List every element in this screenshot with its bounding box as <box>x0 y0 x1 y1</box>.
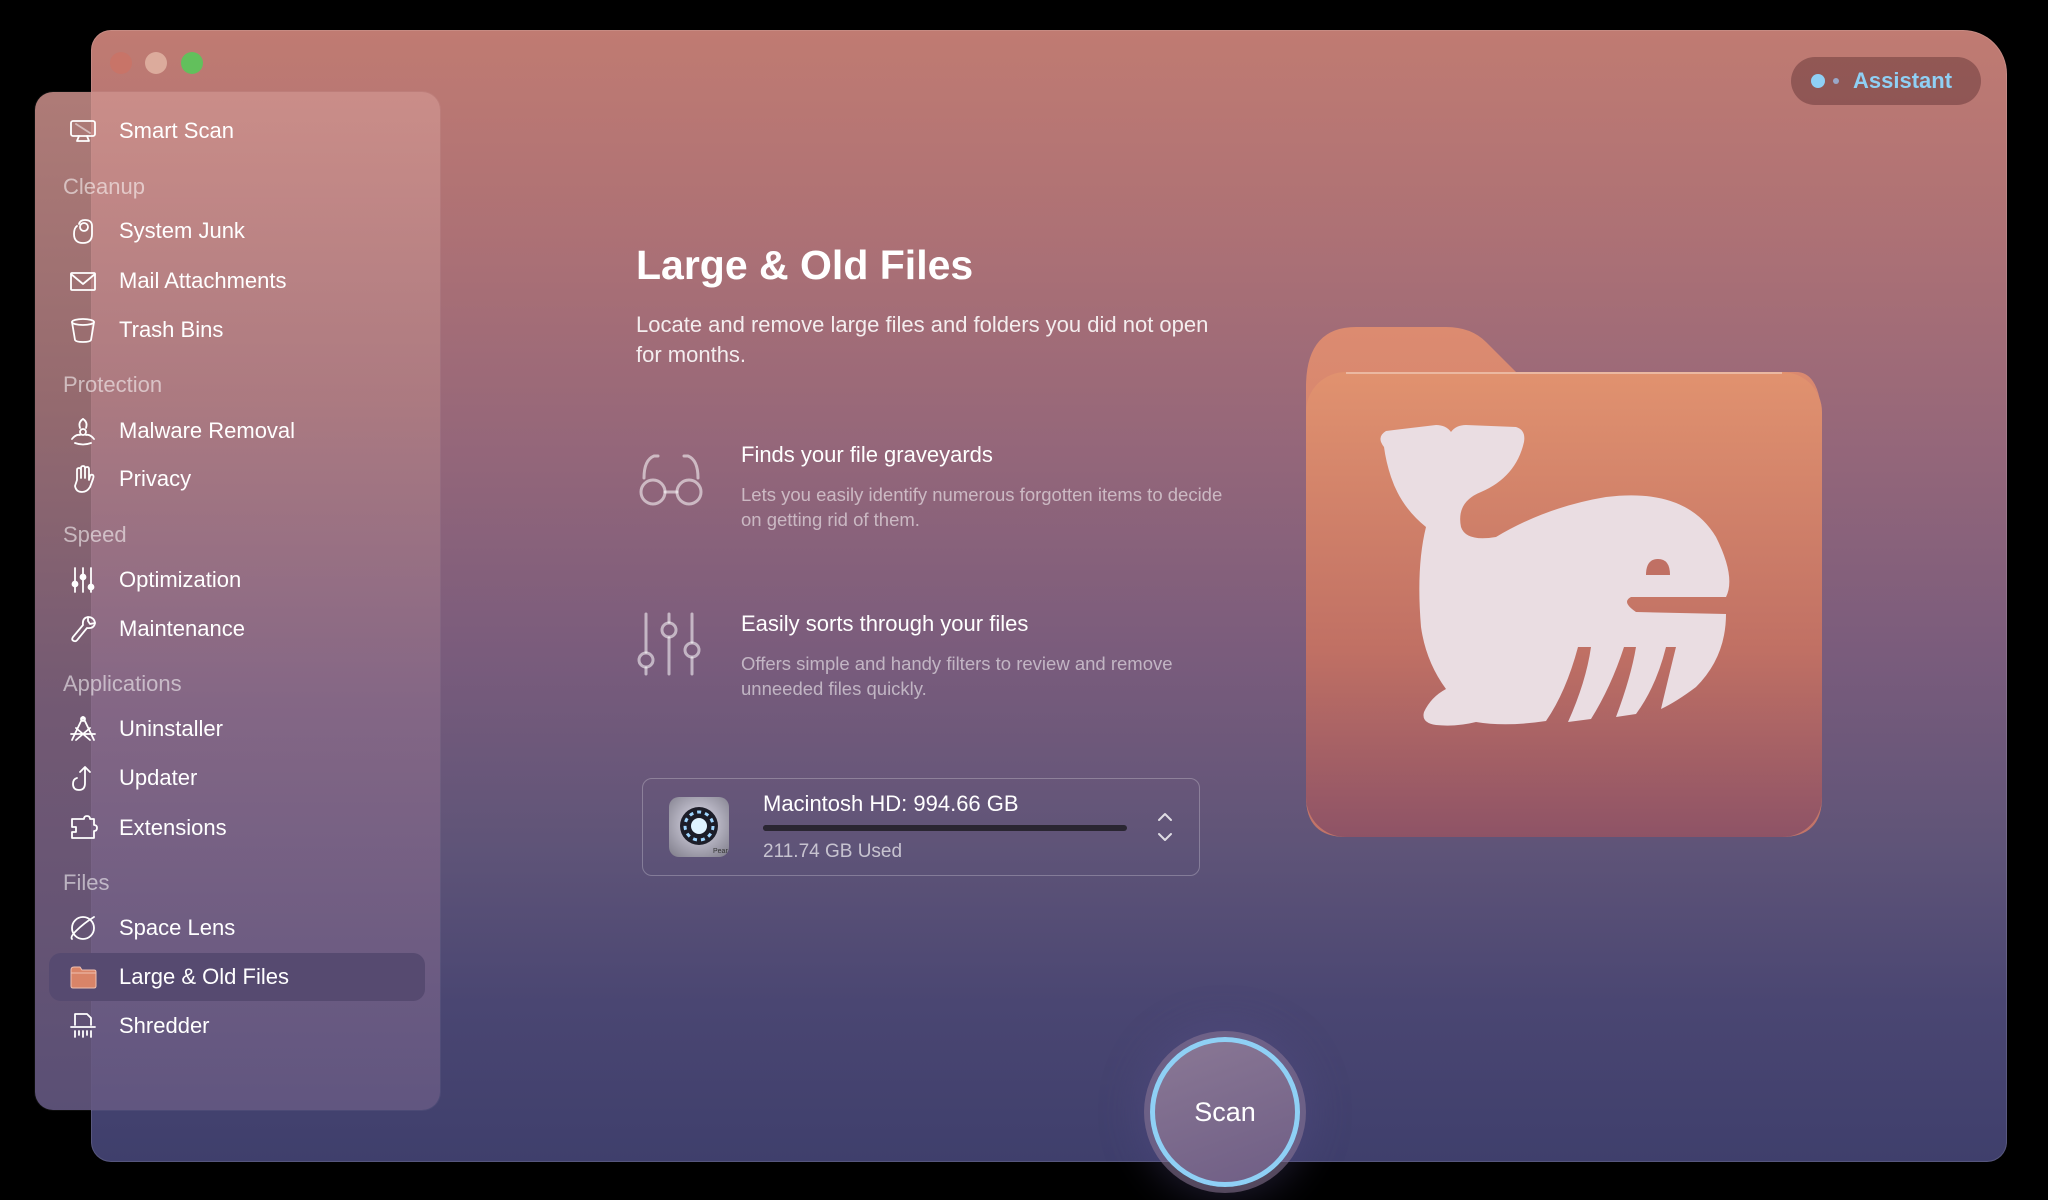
scan-button[interactable]: Scan <box>1150 1037 1300 1187</box>
sidebar-item-label: Large & Old Files <box>119 964 289 989</box>
sidebar-item-smart-scan[interactable]: Smart Scan <box>49 107 425 155</box>
page-description: Locate and remove large files and folder… <box>636 312 1209 367</box>
maximize-button[interactable] <box>181 52 203 74</box>
sidebar-item-extensions[interactable]: Extensions <box>49 804 425 852</box>
monitor-icon <box>67 115 99 147</box>
sidebar: Smart Scan Cleanup System Junk Mail Attachm… <box>35 92 440 1110</box>
hand-icon <box>67 463 99 495</box>
sidebar-section-cleanup: Cleanup <box>63 174 145 199</box>
sidebar-item-large-old-files[interactable]: Large & Old Files <box>49 953 425 1001</box>
sidebar-item-label: Extensions <box>119 815 227 840</box>
sidebar-section-protection: Protection <box>63 372 163 397</box>
sidebar-item-trash-bins[interactable]: Trash Bins <box>49 306 425 354</box>
sidebar-item-label: Trash Bins <box>119 317 224 342</box>
sidebar-item-updater[interactable]: Updater <box>49 754 425 802</box>
planet-icon <box>67 912 99 944</box>
sidebar-item-shredder[interactable]: Shredder <box>49 1002 425 1050</box>
sidebar-item-label: Updater <box>119 765 198 790</box>
chevron-up-down-icon[interactable] <box>1155 809 1175 845</box>
feature-description: Lets you easily identify numerous forgot… <box>741 484 1223 530</box>
sidebar-item-optimization[interactable]: Optimization <box>49 556 425 604</box>
feature-title: Finds your file graveyards <box>741 442 993 467</box>
sliders-icon <box>636 610 706 680</box>
sidebar-item-privacy[interactable]: Privacy <box>49 455 425 503</box>
sidebar-item-label: Shredder <box>119 1013 210 1038</box>
sidebar-item-uninstaller[interactable]: Uninstaller <box>49 705 425 753</box>
svg-text:Pear: Pear <box>713 848 728 855</box>
sidebar-item-space-lens[interactable]: Space Lens <box>49 904 425 952</box>
sidebar-item-label: Maintenance <box>119 616 245 641</box>
wrench-icon <box>67 613 99 645</box>
close-button[interactable] <box>110 52 132 74</box>
sidebar-item-label: Mail Attachments <box>119 268 287 293</box>
glasses-icon <box>636 440 706 510</box>
update-arrow-icon <box>67 762 99 794</box>
uninstaller-icon <box>67 713 99 745</box>
puzzle-icon <box>67 812 99 844</box>
system-junk-icon <box>67 215 99 247</box>
minimize-button[interactable] <box>145 52 167 74</box>
sidebar-item-label: Uninstaller <box>119 716 223 741</box>
folder-icon <box>67 961 99 993</box>
biohazard-icon <box>67 415 99 447</box>
sliders-icon <box>67 564 99 596</box>
sidebar-section-files: Files <box>63 870 110 895</box>
sidebar-section-speed: Speed <box>63 522 127 547</box>
sidebar-item-label: Smart Scan <box>119 118 234 143</box>
disk-selector[interactable]: Pear Macintosh HD: 994.66 GB 211.74 GB U… <box>642 778 1200 876</box>
sidebar-item-label: Optimization <box>119 567 242 592</box>
sidebar-item-label: Privacy <box>119 466 192 491</box>
feature-title: Easily sorts through your files <box>741 611 1029 636</box>
assistant-small-dot-icon <box>1833 78 1839 84</box>
sidebar-item-system-junk[interactable]: System Junk <box>49 207 425 255</box>
disk-usage-bar <box>763 825 1127 831</box>
disk-used: 211.74 GB Used <box>763 841 903 862</box>
disk-name: Macintosh HD: 994.66 GB <box>763 791 1019 816</box>
sidebar-item-label: Malware Removal <box>119 418 296 443</box>
sidebar-item-label: Space Lens <box>119 915 236 940</box>
assistant-dot-icon <box>1811 74 1825 88</box>
scan-button-label: Scan <box>1194 1096 1256 1127</box>
envelope-icon <box>67 265 99 297</box>
feature-description: Offers simple and handy filters to revie… <box>741 653 1173 699</box>
sidebar-section-applications: Applications <box>63 671 182 696</box>
sidebar-item-mail-attachments[interactable]: Mail Attachments <box>49 257 425 305</box>
sidebar-item-label: System Junk <box>119 218 245 243</box>
trash-bin-icon <box>67 314 99 346</box>
whale-folder-illustration <box>1306 327 1822 837</box>
assistant-label: Assistant <box>1853 68 1953 93</box>
sidebar-item-maintenance[interactable]: Maintenance <box>49 605 425 653</box>
assistant-button[interactable]: Assistant <box>1791 57 1981 105</box>
disk-usage-fill <box>763 825 841 831</box>
shredder-icon <box>67 1010 99 1042</box>
hard-drive-icon: Pear <box>669 797 729 857</box>
sidebar-item-malware-removal[interactable]: Malware Removal <box>49 407 425 455</box>
page-title: Large & Old Files <box>636 242 974 288</box>
